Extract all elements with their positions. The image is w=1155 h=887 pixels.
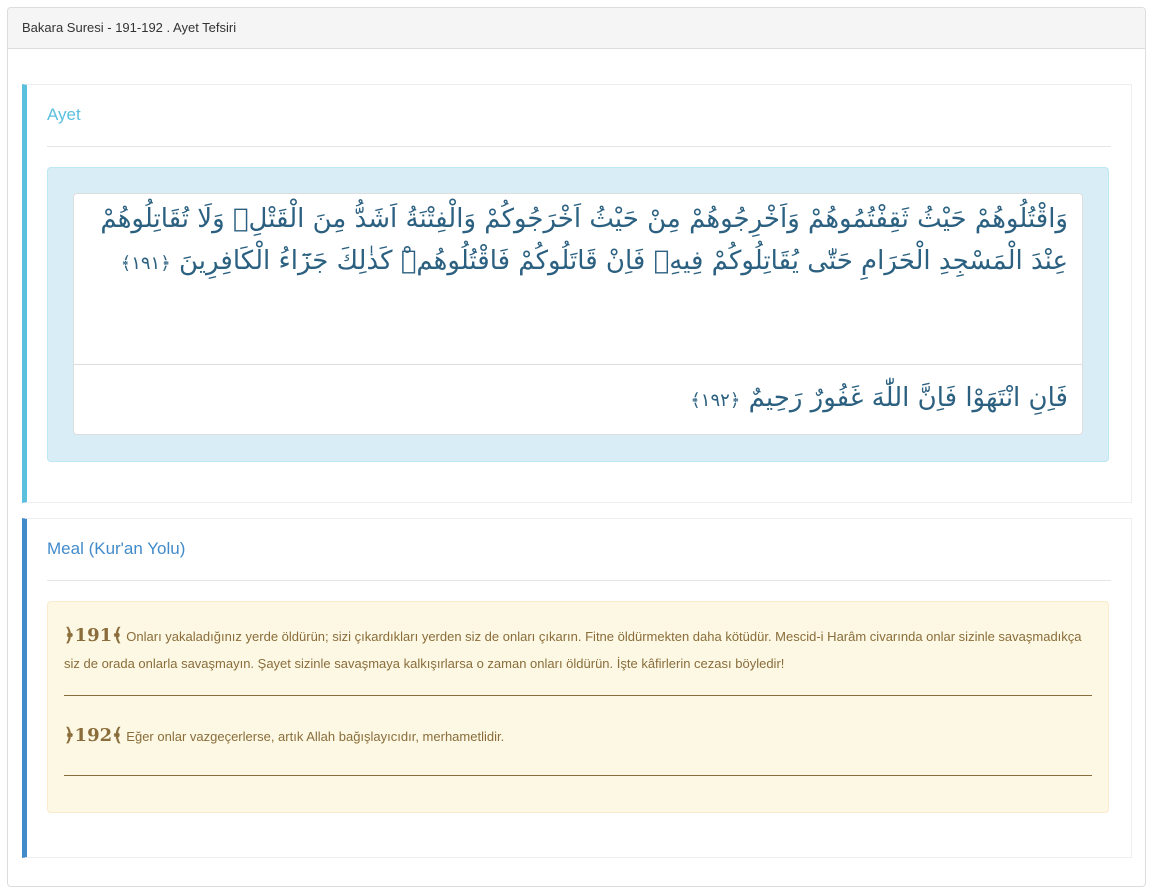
meal-verse-number: ﴿192﴾ [64, 725, 123, 746]
ayet-verse-191: وَاقْتُلُوهُمْ حَيْثُ ثَقِفْتُمُوهُمْ وَ… [74, 194, 1082, 364]
ayet-verse-text: فَاِنِ انْتَهَوْا فَاِنَّ اللّٰهَ غَفُور… [748, 383, 1068, 413]
ayet-well: وَاقْتُلُوهُمْ حَيْثُ ثَقِفْتُمُوهُمْ وَ… [47, 167, 1109, 462]
meal-verse-divider [64, 695, 1092, 696]
meal-well: ﴿191﴾ Onları yakaladığınız yerde öldürün… [47, 601, 1109, 813]
meal-verse-number: ﴿191﴾ [64, 625, 123, 646]
meal-title-divider [47, 580, 1111, 581]
ayet-verse-number: ﴿١٩١﴾ [120, 253, 171, 274]
ayet-list: وَاقْتُلُوهُمْ حَيْثُ ثَقِفْتُمُوهُمْ وَ… [73, 193, 1083, 435]
ayet-verse-number: ﴿١٩٢﴾ [690, 390, 741, 411]
ayet-section: Ayet وَاقْتُلُوهُمْ حَيْثُ ثَقِفْتُمُوهُ… [22, 84, 1132, 503]
tefsir-panel: Bakara Suresi - 191-192 . Ayet Tefsiri A… [7, 7, 1146, 887]
panel-header: Bakara Suresi - 191-192 . Ayet Tefsiri [8, 8, 1145, 49]
meal-verse-192: ﴿192﴾ Eğer onlar vazgeçerlerse, artık Al… [64, 722, 1092, 776]
ayet-section-title: Ayet [47, 105, 81, 124]
ayet-verse-192: فَاِنِ انْتَهَوْا فَاِنَّ اللّٰهَ غَفُور… [74, 364, 1082, 434]
meal-verse-191: ﴿191﴾ Onları yakaladığınız yerde öldürün… [64, 622, 1092, 696]
ayet-title-divider [47, 146, 1111, 147]
panel-title: Bakara Suresi - 191-192 . Ayet Tefsiri [22, 20, 237, 35]
meal-section: Meal (Kur'an Yolu) ﴿191﴾ Onları yakaladı… [22, 518, 1132, 858]
meal-section-title: Meal (Kur'an Yolu) [47, 539, 186, 558]
ayet-verse-text: وَاقْتُلُوهُمْ حَيْثُ ثَقِفْتُمُوهُمْ وَ… [100, 204, 1068, 276]
meal-verse-text: Eğer onlar vazgeçerlerse, artık Allah ba… [126, 729, 505, 744]
meal-verse-divider [64, 775, 1092, 776]
meal-verse-text: Onları yakaladığınız yerde öldürün; sizi… [64, 629, 1082, 671]
